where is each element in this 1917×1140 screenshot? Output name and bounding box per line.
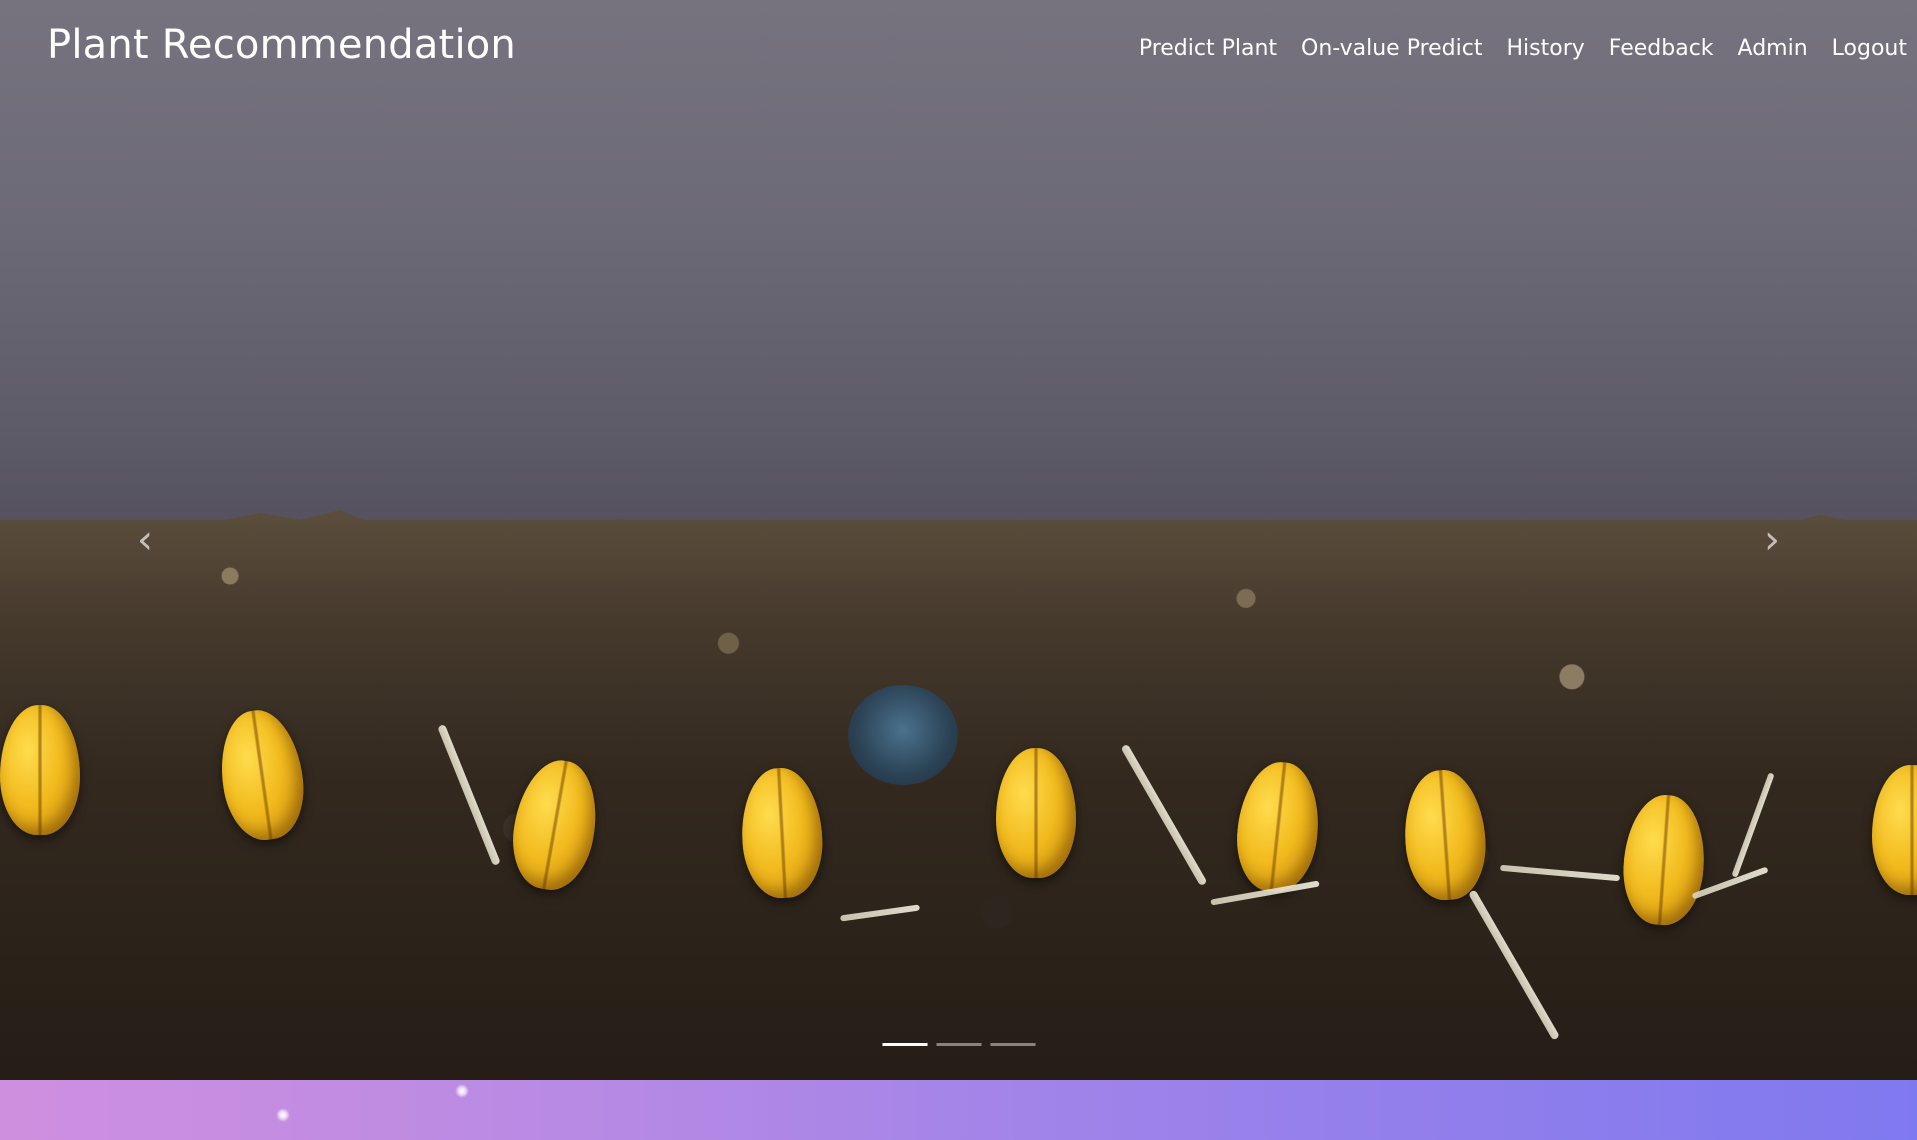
carousel-indicators (882, 1043, 1035, 1046)
carousel-prev-button[interactable]: ‹ (125, 520, 165, 560)
nav-item: Admin (1738, 36, 1808, 61)
nav-item: Logout (1832, 36, 1907, 61)
carousel-indicator-3[interactable] (990, 1043, 1035, 1046)
nav-item: On-value Predict (1301, 36, 1482, 61)
hero-carousel: ‹ › (0, 0, 1917, 1080)
nav-link-history[interactable]: History (1506, 36, 1584, 61)
nav-item: Feedback (1609, 36, 1714, 61)
nav-item: History (1506, 36, 1584, 61)
carousel-indicator-2[interactable] (936, 1043, 981, 1046)
carousel-indicator-1[interactable] (882, 1043, 927, 1046)
navbar: Plant Recommendation Predict Plant On-va… (0, 0, 1917, 100)
chevron-left-icon: ‹ (137, 517, 153, 563)
sparkle-decoration (455, 1084, 469, 1098)
carousel-next-button[interactable]: › (1752, 520, 1792, 560)
seed-image (996, 748, 1076, 878)
sparkle-decoration (276, 1108, 290, 1122)
seed-image (0, 705, 80, 835)
nav-links: Predict Plant On-value Predict History F… (1115, 36, 1907, 61)
nav-link-predict-plant[interactable]: Predict Plant (1139, 36, 1277, 61)
nav-link-on-value-predict[interactable]: On-value Predict (1301, 36, 1482, 61)
brand-logo-link[interactable]: Plant Recommendation (47, 22, 516, 68)
chevron-right-icon: › (1764, 517, 1780, 563)
mineral-image (848, 685, 958, 785)
bottom-gradient-section (0, 1080, 1917, 1140)
nav-item: Predict Plant (1139, 36, 1277, 61)
nav-link-feedback[interactable]: Feedback (1609, 36, 1714, 61)
nav-link-logout[interactable]: Logout (1832, 36, 1907, 61)
nav-link-admin[interactable]: Admin (1738, 36, 1808, 61)
